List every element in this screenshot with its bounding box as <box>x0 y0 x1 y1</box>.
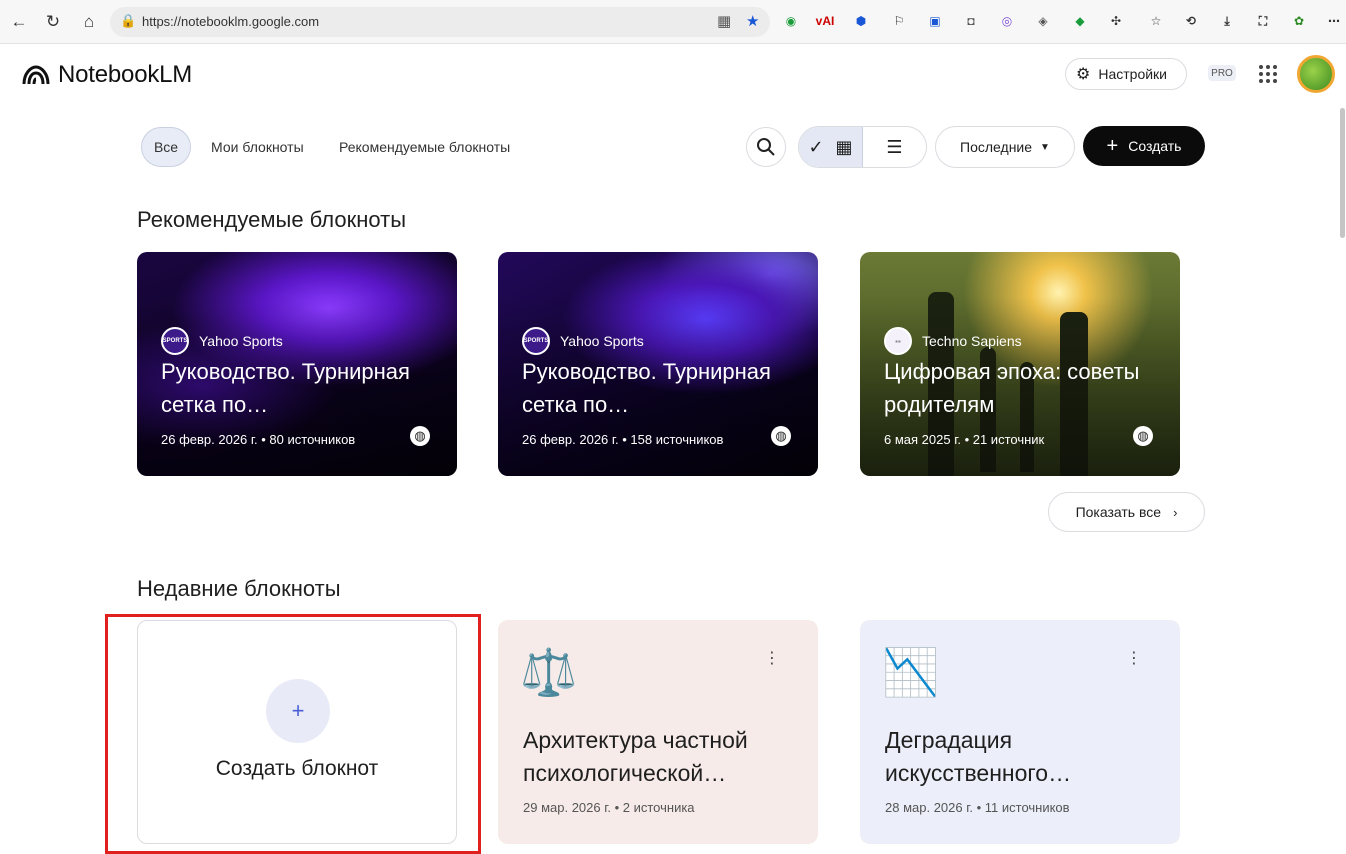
tab-my-notebooks[interactable]: Мои блокноты <box>211 127 304 167</box>
globe-icon: ◍ <box>410 426 430 446</box>
extension-translate-icon[interactable]: ⬢ <box>851 11 871 31</box>
extension-puzzle-badge-icon[interactable]: ◆ <box>1070 11 1090 31</box>
extension-shield-icon[interactable]: ◉ <box>781 11 801 31</box>
split-view-icon[interactable]: ▦ <box>717 12 731 30</box>
featured-card[interactable]: SPORTS Yahoo Sports Руководство. Турнирн… <box>137 252 457 476</box>
view-toggle: ✓ ▦ ☰ <box>798 126 927 168</box>
notebook-card[interactable]: ⚖️ ⋮ Архитектура частной психологической… <box>498 620 818 844</box>
highlight-frame <box>105 614 481 854</box>
notebooklm-logo-icon <box>22 65 50 85</box>
grid-view-button[interactable]: ✓ ▦ <box>799 127 863 167</box>
plus-icon: + <box>1106 134 1119 157</box>
gear-icon: ⚙ <box>1076 66 1091 83</box>
notebook-meta: 28 мар. 2026 г. • 11 источников <box>885 800 1070 815</box>
chart-decreasing-icon: 📉 <box>882 646 940 698</box>
tab-all[interactable]: Все <box>141 127 191 167</box>
back-arrow-icon[interactable]: ← <box>6 9 32 35</box>
featured-section-title: Рекомендуемые блокноты <box>137 207 407 232</box>
home-icon[interactable]: ⌂ <box>76 9 102 35</box>
chevron-right-icon: › <box>1173 504 1178 520</box>
page-scrollbar[interactable] <box>1340 108 1345 238</box>
featured-card-meta: 26 февр. 2026 г. • 80 источников <box>161 432 356 447</box>
app-name: NotebookLM <box>58 61 193 88</box>
more-menu-icon[interactable]: ⋯ <box>1324 11 1344 31</box>
favorites-icon[interactable]: ☆ <box>1146 11 1166 31</box>
create-label: Создать <box>1128 138 1182 154</box>
favorite-star-icon[interactable]: ★ <box>746 12 759 30</box>
camera-icon[interactable]: ◘ <box>961 11 981 31</box>
create-button[interactable]: + Создать <box>1083 126 1205 166</box>
source-name: Techno Sapiens <box>922 333 1022 349</box>
reload-icon[interactable]: ↻ <box>40 9 66 35</box>
sort-dropdown[interactable]: Последние ▼ <box>935 126 1075 168</box>
globe-icon: ◍ <box>771 426 791 446</box>
recent-section-title: Недавние блокноты <box>137 576 341 601</box>
browser-toolbar: ← ↻ ⌂ 🔒 https://notebooklm.google.com ▦ … <box>0 0 1346 44</box>
scales-icon: ⚖️ <box>520 646 578 698</box>
featured-card[interactable]: SPORTS Yahoo Sports Руководство. Турнирн… <box>498 252 818 476</box>
list-view-button[interactable]: ☰ <box>863 127 926 167</box>
check-icon: ✓ <box>808 136 824 157</box>
address-bar[interactable]: 🔒 https://notebooklm.google.com ▦ ★ <box>110 7 770 37</box>
extension-radio-icon[interactable]: ◎ <box>997 11 1017 31</box>
notebook-meta: 29 мар. 2026 г. • 2 источника <box>523 800 695 815</box>
extension-guard-icon[interactable]: ◈ <box>1033 11 1053 31</box>
list-icon: ☰ <box>886 136 903 157</box>
source-name: Yahoo Sports <box>199 333 283 349</box>
app-logo[interactable]: NotebookLM <box>22 61 192 89</box>
bookmark-icon[interactable]: ⚐ <box>889 11 909 31</box>
search-icon <box>757 138 775 156</box>
notebook-title: Архитектура частной психологической… <box>523 727 748 786</box>
notebook-card[interactable]: 📉 ⋮ Деградация искусственного… 28 мар. 2… <box>860 620 1180 844</box>
source-logo: ▪▪ <box>884 327 912 355</box>
history-icon[interactable]: ⟲ <box>1181 11 1201 31</box>
search-button[interactable] <box>746 127 786 167</box>
source-logo: SPORTS <box>522 327 550 355</box>
url-text: https://notebooklm.google.com <box>142 14 320 29</box>
tab-featured-notebooks[interactable]: Рекомендуемые блокноты <box>339 127 510 167</box>
kebab-menu-icon[interactable]: ⋮ <box>1126 651 1142 667</box>
grid-icon: ▦ <box>835 136 853 157</box>
avatar[interactable] <box>1297 55 1335 93</box>
download-icon[interactable]: ⤓ <box>1217 11 1237 31</box>
extension-badge-icon[interactable]: ▣ <box>925 11 945 31</box>
extensions-icon[interactable]: ✣ <box>1106 11 1126 31</box>
caret-down-icon: ▼ <box>1040 141 1050 153</box>
featured-card-meta: 26 февр. 2026 г. • 158 источников <box>522 432 724 447</box>
profile-leaf-icon[interactable]: ✿ <box>1289 11 1309 31</box>
globe-icon: ◍ <box>1133 426 1153 446</box>
featured-card-title: Руководство. Турнирная сетка по… <box>522 359 771 417</box>
extension-vai-icon[interactable]: vAI <box>815 11 835 31</box>
show-all-label: Показать все <box>1075 504 1162 520</box>
featured-card-meta: 6 мая 2025 г. • 21 источник <box>884 432 1045 447</box>
featured-card-title: Цифровая эпоха: советы родителям <box>884 359 1140 417</box>
settings-label: Настройки <box>1098 66 1167 82</box>
featured-card-title: Руководство. Турнирная сетка по… <box>161 359 410 417</box>
show-all-button[interactable]: Показать все › <box>1048 492 1205 532</box>
google-apps-icon[interactable] <box>1259 65 1277 83</box>
sort-label: Последние <box>960 139 1033 155</box>
lock-icon: 🔒 <box>120 13 137 28</box>
source-name: Yahoo Sports <box>560 333 644 349</box>
source-logo: SPORTS <box>161 327 189 355</box>
featured-card[interactable]: ▪▪ Techno Sapiens Цифровая эпоха: советы… <box>860 252 1180 476</box>
kebab-menu-icon[interactable]: ⋮ <box>764 651 780 667</box>
settings-button[interactable]: ⚙ Настройки <box>1065 58 1187 90</box>
notebook-title: Деградация искусственного… <box>885 727 1072 786</box>
pro-badge: PRO <box>1208 65 1236 81</box>
screenshot-icon[interactable]: ⛶ <box>1253 11 1273 31</box>
